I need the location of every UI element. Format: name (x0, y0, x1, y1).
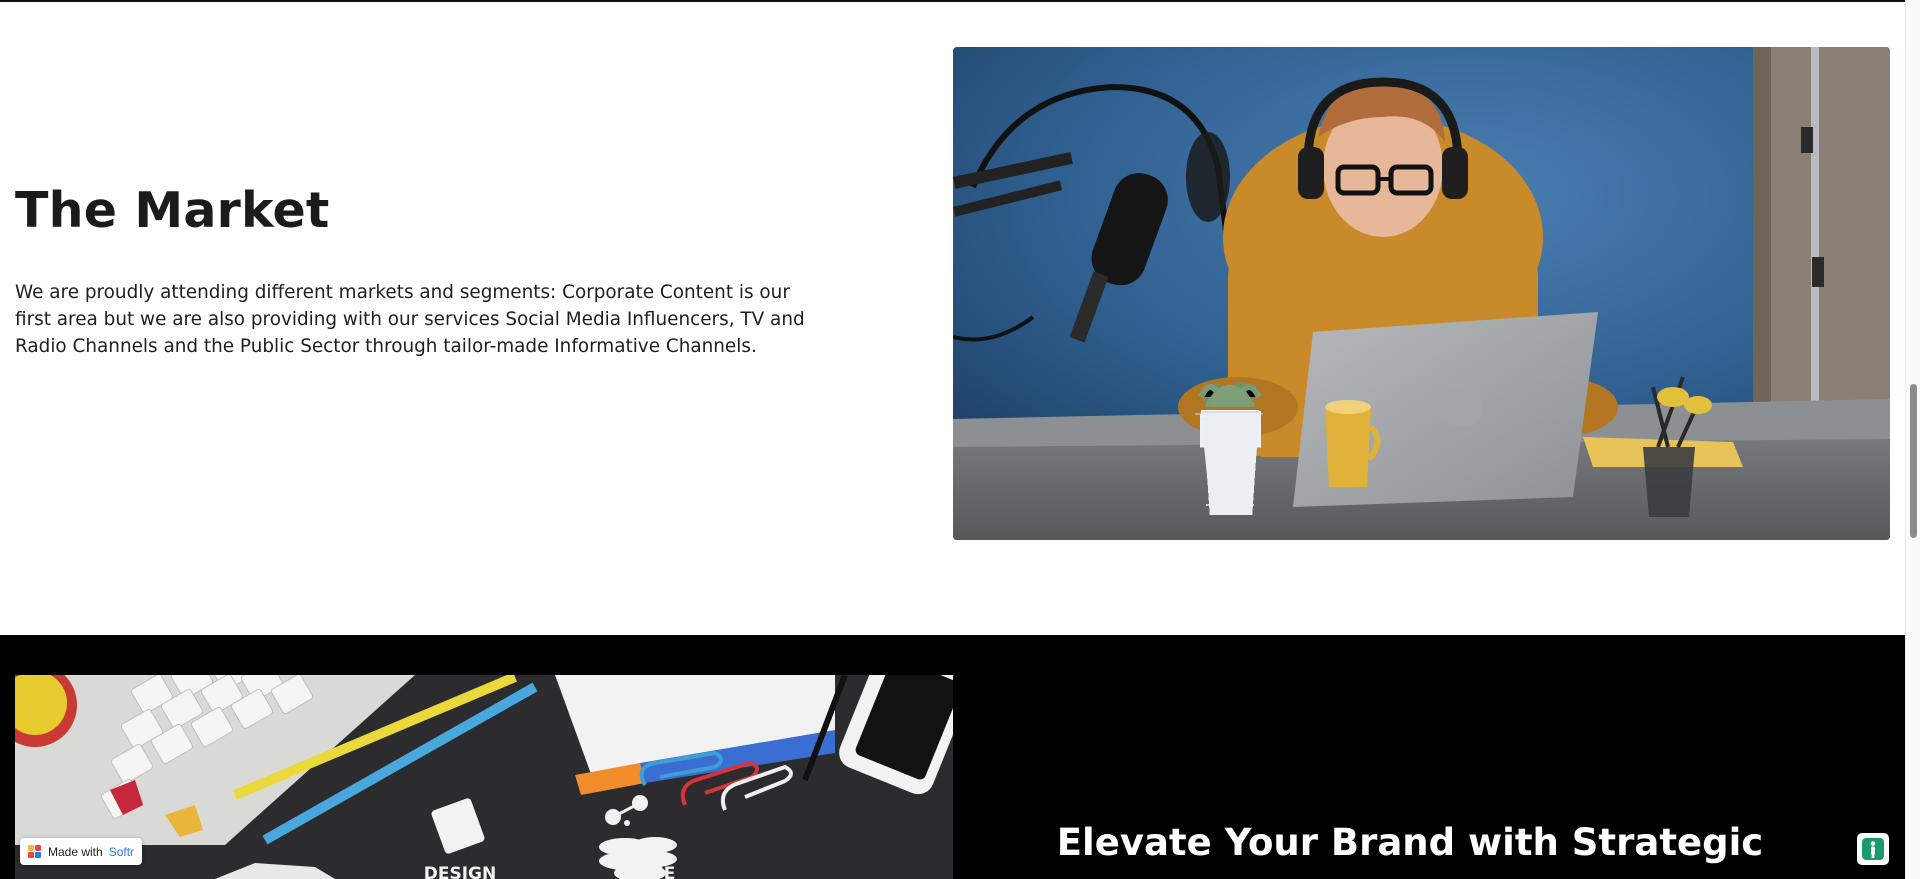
softr-logo-icon (28, 844, 42, 859)
badge-brand: Softr (108, 844, 135, 859)
brand-section-title: Elevate Your Brand with Strategic (1056, 821, 1764, 864)
made-with-softr-badge[interactable]: Made with Softr (20, 838, 143, 865)
person-accessibility-icon (1862, 838, 1884, 860)
page-scrollbar[interactable] (1905, 0, 1920, 879)
brand-section: DESIGN VALUE Elevate Your Brand with Str… (0, 635, 1905, 879)
badge-prefix: Made with (48, 844, 103, 859)
accessibility-button[interactable] (1857, 833, 1889, 865)
market-description: We are proudly attending different marke… (15, 282, 805, 357)
market-title: The Market (15, 182, 330, 239)
scrollbar-thumb[interactable] (1910, 384, 1917, 538)
market-section: The Market We are proudly attending diff… (0, 2, 1905, 635)
design-label: DESIGN (424, 864, 496, 879)
podcaster-photo (953, 47, 1890, 540)
value-label: VALUE (615, 864, 676, 879)
desk-flatlay-photo: DESIGN VALUE (15, 675, 953, 879)
